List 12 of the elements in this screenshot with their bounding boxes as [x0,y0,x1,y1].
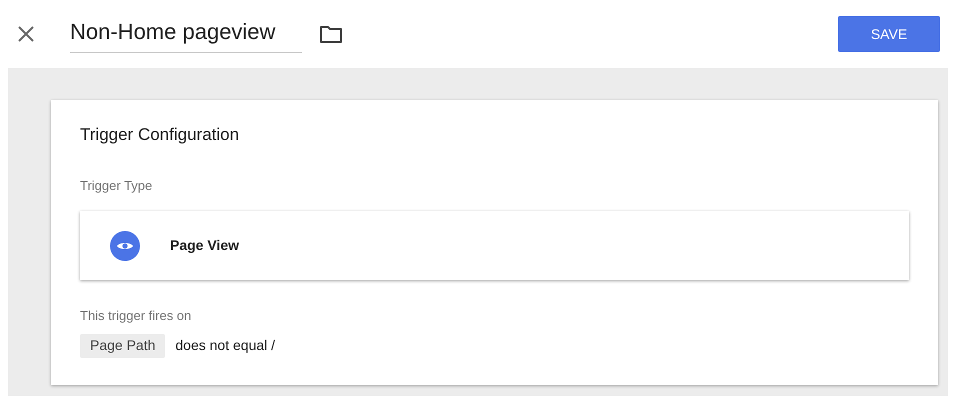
condition-text: does not equal / [175,336,276,355]
trigger-type-label: Trigger Type [80,176,154,195]
eye-icon [110,230,140,260]
variable-chip: Page Path [80,334,166,358]
save-button[interactable]: SAVE [838,16,940,52]
folder-icon [319,24,343,44]
trigger-type-name: Page View [170,236,240,255]
title-field[interactable]: Non-Home pageview [70,15,302,53]
close-icon [17,25,35,43]
trigger-type-card[interactable]: Page View [80,211,909,280]
card-title: Trigger Configuration [80,124,240,146]
fires-on-label: This trigger fires on [80,307,192,325]
